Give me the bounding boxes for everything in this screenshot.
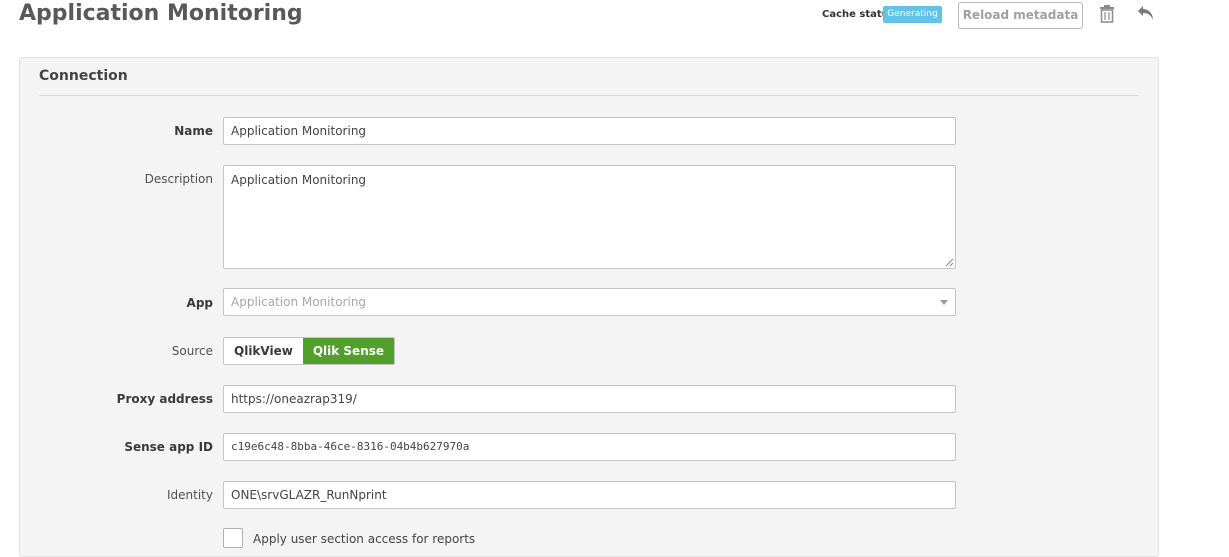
proxy-address-label: Proxy address xyxy=(116,392,213,406)
resize-grip-icon[interactable] xyxy=(945,258,954,267)
undo-arrow-icon[interactable] xyxy=(1137,5,1155,21)
cache-status-badge: Generating xyxy=(883,6,942,23)
section-access-checkbox[interactable] xyxy=(223,528,243,548)
description-label: Description xyxy=(144,172,213,186)
panel-divider xyxy=(39,95,1139,96)
sense-app-id-label: Sense app ID xyxy=(124,440,213,454)
app-select-placeholder: Application Monitoring xyxy=(231,295,367,309)
description-textarea[interactable]: Application Monitoring xyxy=(223,165,956,269)
reload-metadata-button[interactable]: Reload metadata xyxy=(958,2,1083,29)
proxy-address-input[interactable]: https://oneazrap319/ xyxy=(223,385,956,413)
name-label: Name xyxy=(174,124,213,138)
source-label: Source xyxy=(171,344,213,358)
chevron-down-icon xyxy=(940,300,948,305)
connection-panel: Connection Name Application Monitoring D… xyxy=(19,57,1159,557)
page-title: Application Monitoring xyxy=(19,1,303,26)
sense-app-id-input[interactable]: c19e6c48-8bba-46ce-8316-04b4b627970a xyxy=(223,433,956,461)
source-toggle: QlikView Qlik Sense xyxy=(223,337,396,365)
panel-heading: Connection xyxy=(39,68,128,84)
app-label: App xyxy=(186,296,213,310)
source-option-qlik-sense[interactable]: Qlik Sense xyxy=(302,338,395,364)
identity-input[interactable]: ONE\srvGLAZR_RunNprint xyxy=(223,481,956,509)
identity-label: Identity xyxy=(167,488,213,502)
app-select[interactable]: Application Monitoring xyxy=(223,288,956,316)
name-input[interactable]: Application Monitoring xyxy=(223,117,956,145)
description-text: Application Monitoring xyxy=(231,173,367,187)
section-access-label: Apply user section access for reports xyxy=(253,532,476,546)
source-option-qlikview[interactable]: QlikView xyxy=(224,338,303,364)
trash-icon[interactable] xyxy=(1099,5,1115,23)
